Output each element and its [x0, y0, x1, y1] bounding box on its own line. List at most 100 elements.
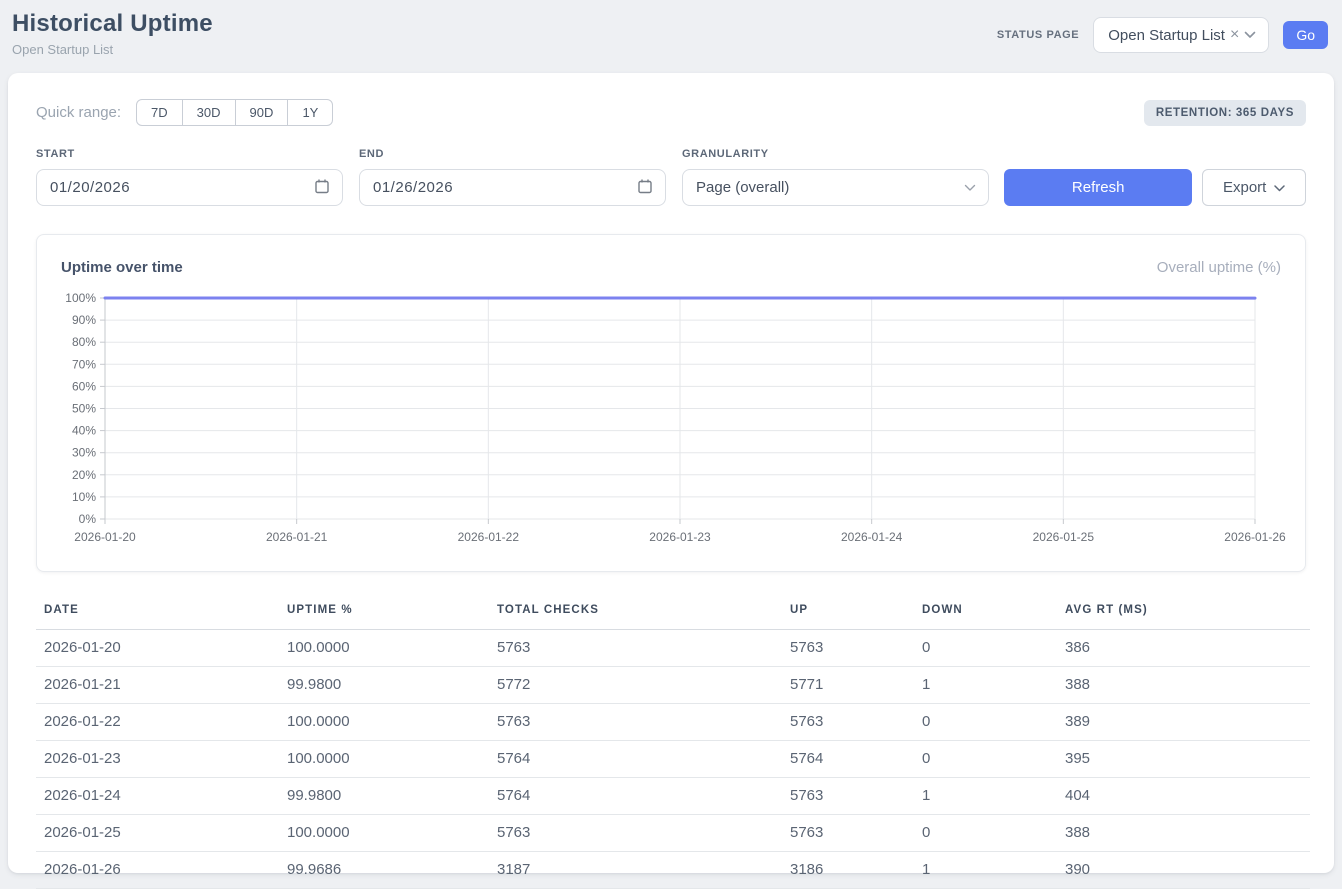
table-cell: 404: [1057, 778, 1310, 815]
svg-text:2026-01-25: 2026-01-25: [1033, 530, 1095, 544]
chevron-down-icon: [964, 179, 976, 196]
refresh-button[interactable]: Refresh: [1004, 169, 1192, 206]
svg-text:2026-01-20: 2026-01-20: [74, 530, 136, 544]
svg-text:10%: 10%: [72, 490, 96, 504]
table-cell: 3187: [489, 852, 782, 889]
table-cell: 390: [1057, 852, 1310, 889]
calendar-icon[interactable]: [637, 178, 653, 198]
clear-icon[interactable]: ×: [1230, 27, 1239, 43]
table-cell: 2026-01-21: [36, 667, 279, 704]
table-row: 2026-01-22100.0000576357630389: [36, 704, 1310, 741]
quick-range-90d[interactable]: 90D: [235, 99, 289, 126]
column-header: AVG RT (MS): [1057, 594, 1310, 630]
table-cell: 100.0000: [279, 815, 489, 852]
svg-text:40%: 40%: [72, 424, 96, 438]
table-cell: 99.9686: [279, 852, 489, 889]
page-title: Historical Uptime: [12, 10, 213, 38]
quick-range-7d[interactable]: 7D: [136, 99, 183, 126]
table-cell: 5763: [782, 704, 914, 741]
start-date-input[interactable]: 01/20/2026: [36, 169, 343, 206]
end-date-value: 01/26/2026: [373, 179, 453, 196]
table-row: 2026-01-2699.9686318731861390: [36, 852, 1310, 889]
quick-range-1y[interactable]: 1Y: [287, 99, 333, 126]
table-cell: 99.9800: [279, 667, 489, 704]
svg-text:2026-01-23: 2026-01-23: [649, 530, 711, 544]
uptime-chart-card: Uptime over time Overall uptime (%) 0%10…: [36, 234, 1306, 572]
table-cell: 5763: [489, 630, 782, 667]
table-cell: 1: [914, 778, 1057, 815]
svg-text:0%: 0%: [79, 512, 97, 526]
start-date-value: 01/20/2026: [50, 179, 130, 196]
table-cell: 5763: [782, 630, 914, 667]
table-cell: 1: [914, 667, 1057, 704]
table-row: 2026-01-2499.9800576457631404: [36, 778, 1310, 815]
svg-text:2026-01-26: 2026-01-26: [1224, 530, 1286, 544]
chevron-down-icon: [1244, 31, 1256, 39]
column-header: UP: [782, 594, 914, 630]
go-button[interactable]: Go: [1283, 21, 1328, 49]
table-cell: 5763: [489, 704, 782, 741]
title-block: Historical Uptime Open Startup List: [12, 10, 213, 57]
table-cell: 5772: [489, 667, 782, 704]
granularity-field: GRANULARITY Page (overall): [682, 148, 989, 206]
table-cell: 2026-01-25: [36, 815, 279, 852]
status-page-value: Open Startup List: [1108, 27, 1225, 44]
svg-text:70%: 70%: [72, 357, 96, 371]
svg-text:2026-01-22: 2026-01-22: [458, 530, 520, 544]
export-label: Export: [1223, 179, 1266, 196]
header-controls: STATUS PAGE Open Startup List × Go: [997, 17, 1328, 53]
retention-badge: RETENTION: 365 DAYS: [1144, 100, 1306, 126]
table-cell: 2026-01-20: [36, 630, 279, 667]
table-cell: 389: [1057, 704, 1310, 741]
table-cell: 388: [1057, 815, 1310, 852]
svg-text:100%: 100%: [65, 291, 96, 305]
table-row: 2026-01-23100.0000576457640395: [36, 741, 1310, 778]
table-cell: 0: [914, 630, 1057, 667]
table-cell: 2026-01-22: [36, 704, 279, 741]
uptime-table: DATEUPTIME %TOTAL CHECKSUPDOWNAVG RT (MS…: [36, 594, 1310, 889]
start-field: START 01/20/2026: [36, 148, 343, 206]
page-subtitle: Open Startup List: [12, 42, 213, 57]
table-row: 2026-01-2199.9800577257711388: [36, 667, 1310, 704]
export-button[interactable]: Export: [1202, 169, 1306, 206]
svg-text:20%: 20%: [72, 468, 96, 482]
table-cell: 1: [914, 852, 1057, 889]
quick-range-label: Quick range:: [36, 104, 121, 121]
table-cell: 5771: [782, 667, 914, 704]
svg-text:2026-01-24: 2026-01-24: [841, 530, 903, 544]
table-cell: 2026-01-26: [36, 852, 279, 889]
table-cell: 5764: [782, 741, 914, 778]
status-page-label: STATUS PAGE: [997, 29, 1079, 41]
table-cell: 388: [1057, 667, 1310, 704]
quick-range-row: Quick range: 7D30D90D1Y RETENTION: 365 D…: [36, 99, 1306, 126]
table-cell: 3186: [782, 852, 914, 889]
svg-text:80%: 80%: [72, 335, 96, 349]
column-header: UPTIME %: [279, 594, 489, 630]
svg-text:50%: 50%: [72, 402, 96, 416]
table-cell: 2026-01-24: [36, 778, 279, 815]
table-cell: 5763: [489, 815, 782, 852]
quick-range-30d[interactable]: 30D: [182, 99, 236, 126]
table-cell: 5764: [489, 741, 782, 778]
status-page-select[interactable]: Open Startup List ×: [1093, 17, 1269, 53]
table-cell: 5763: [782, 815, 914, 852]
chart-legend: Overall uptime (%): [1157, 259, 1281, 276]
table-cell: 395: [1057, 741, 1310, 778]
main-panel: Quick range: 7D30D90D1Y RETENTION: 365 D…: [8, 73, 1334, 873]
page-header: Historical Uptime Open Startup List STAT…: [0, 0, 1342, 57]
chart-svg: 0% 10% 20% 30% 40% 50% 60% 70% 80% 90% 100% 2026-01…: [37, 286, 1305, 554]
end-date-input[interactable]: 01/26/2026: [359, 169, 666, 206]
calendar-icon[interactable]: [314, 178, 330, 198]
start-label: START: [36, 148, 343, 160]
table-cell: 100.0000: [279, 630, 489, 667]
granularity-value: Page (overall): [696, 179, 789, 196]
table-cell: 0: [914, 741, 1057, 778]
svg-text:30%: 30%: [72, 446, 96, 460]
table-cell: 100.0000: [279, 741, 489, 778]
table-cell: 99.9800: [279, 778, 489, 815]
column-header: DATE: [36, 594, 279, 630]
svg-text:90%: 90%: [72, 313, 96, 327]
granularity-select[interactable]: Page (overall): [682, 169, 989, 206]
svg-text:60%: 60%: [72, 379, 96, 393]
filter-form-row: START 01/20/2026 END 01/26/2026 GRANULAR…: [36, 148, 1306, 206]
